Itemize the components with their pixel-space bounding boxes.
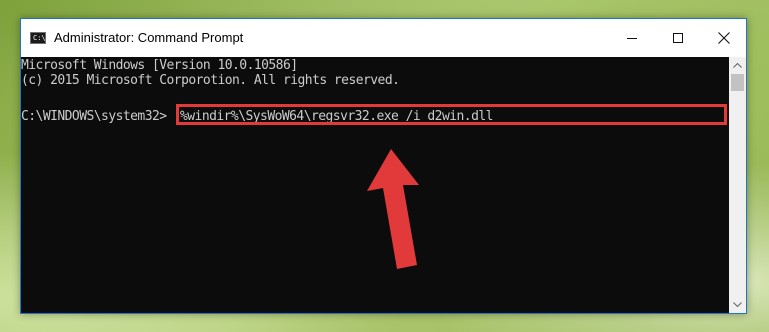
command-prompt-icon[interactable]: C:\	[30, 32, 46, 44]
maximize-icon	[673, 33, 683, 43]
red-arrow-icon	[367, 149, 419, 269]
scroll-down-button[interactable]	[729, 296, 746, 313]
command-highlight-box	[176, 104, 727, 125]
minimize-icon	[627, 38, 637, 39]
chevron-up-icon	[733, 63, 742, 68]
maximize-button[interactable]	[655, 19, 701, 57]
chevron-down-icon	[733, 302, 742, 307]
console-output[interactable]: Microsoft Windows [Version 10.0.10586] (…	[21, 57, 729, 313]
console-line-copyright: (c) 2015 Microsoft Corporotion. All righ…	[21, 73, 400, 88]
scroll-up-button[interactable]	[729, 57, 746, 74]
console-line-version: Microsoft Windows [Version 10.0.10586]	[21, 58, 298, 73]
command-prompt-path: C:\WINDOWS\system32>	[21, 109, 167, 124]
window-title: Administrator: Command Prompt	[54, 30, 244, 45]
minimize-button[interactable]	[609, 19, 655, 57]
app-icon-glyph: C:\	[33, 34, 46, 42]
scrollbar-thumb[interactable]	[731, 74, 744, 91]
close-icon	[718, 32, 730, 44]
close-button[interactable]	[701, 19, 747, 57]
vertical-scrollbar[interactable]	[729, 57, 746, 313]
title-bar[interactable]: C:\ Administrator: Command Prompt	[21, 19, 746, 57]
command-prompt-window: C:\ Administrator: Command Prompt Micros…	[20, 18, 747, 314]
